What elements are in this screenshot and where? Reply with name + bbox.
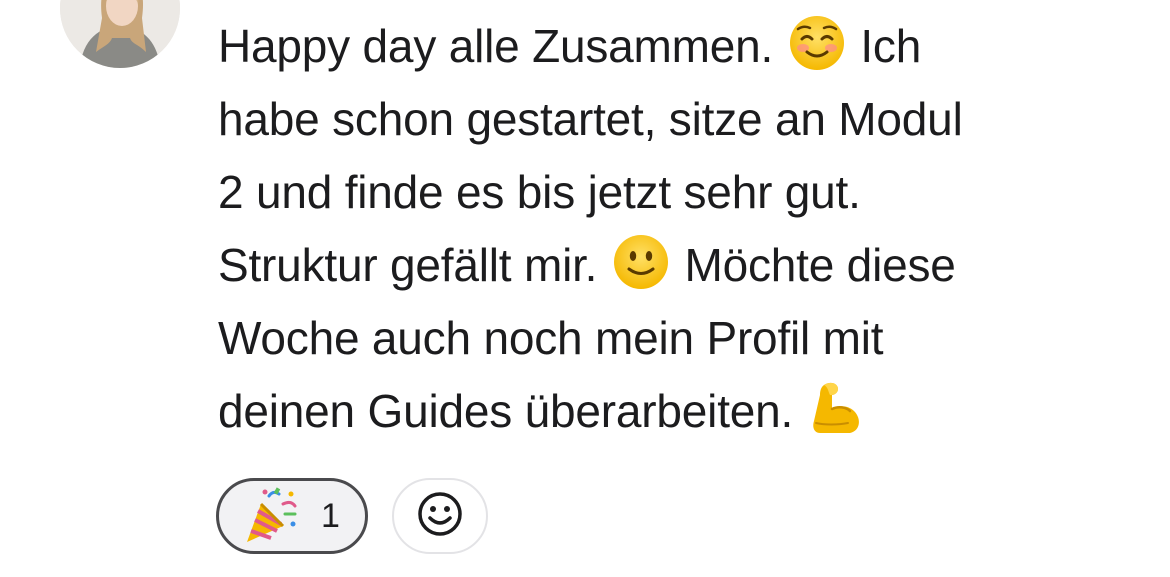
add-reaction-smiley-icon xyxy=(416,490,464,543)
slightly-smiling-emoji-icon xyxy=(612,233,670,291)
message-text: Happy day alle Zusammen. Ich habe schon … xyxy=(218,10,1118,448)
avatar[interactable] xyxy=(60,0,180,68)
party-popper-icon xyxy=(241,486,301,546)
reactions-bar: 1 xyxy=(216,478,488,554)
reaction-count: 1 xyxy=(321,496,340,535)
message-line: Woche auch noch mein Profil mit xyxy=(218,312,884,364)
add-reaction-button[interactable] xyxy=(392,478,488,554)
message-line: 2 und finde es bis jetzt sehr gut. xyxy=(218,166,861,218)
message-line: Struktur gefällt mir. Möchte diese xyxy=(218,229,1118,302)
flexed-biceps-emoji-icon xyxy=(808,379,866,437)
message-line: deinen Guides überarbeiten. xyxy=(218,375,1118,448)
reaction-party-popper-button[interactable]: 1 xyxy=(216,478,368,554)
message-line: habe schon gestartet, sitze an Modul xyxy=(218,93,963,145)
message-line: Happy day alle Zusammen. Ich xyxy=(218,10,1118,83)
smiling-blush-emoji-icon xyxy=(788,14,846,72)
